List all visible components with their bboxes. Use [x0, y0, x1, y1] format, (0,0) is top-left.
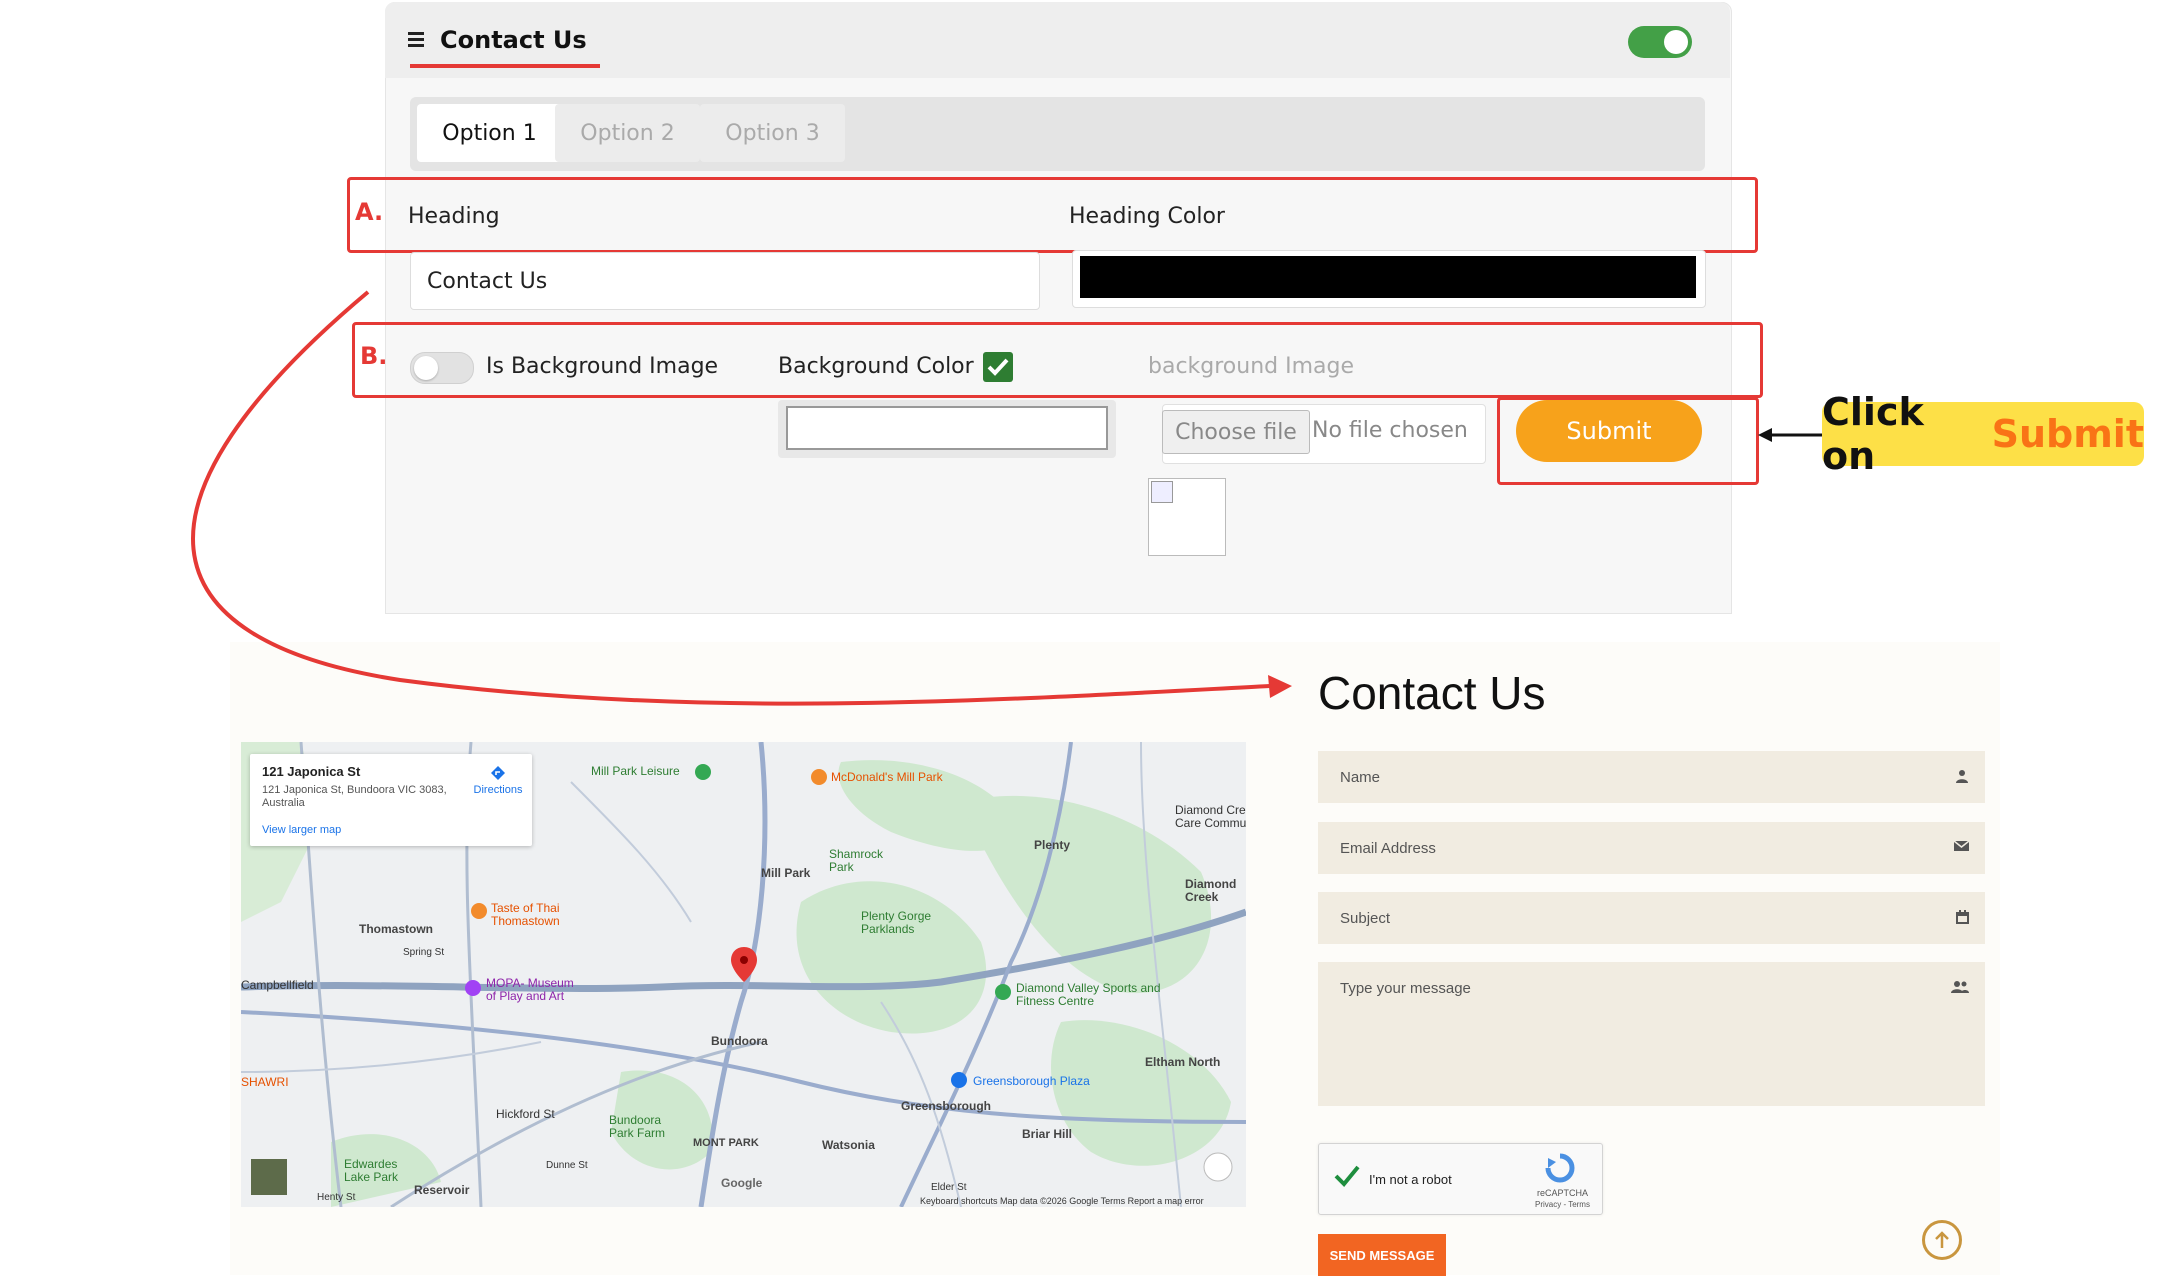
map-label-mopa: MOPA- Museum of Play and Art [486, 976, 574, 1003]
choose-file-button[interactable]: Choose file [1162, 410, 1310, 454]
recaptcha-brand: reCAPTCHA [1537, 1188, 1589, 1198]
map-label-thomastown: Thomastown [359, 922, 433, 936]
place-name: 121 Japonica St [262, 764, 361, 779]
instruction-callout: Click on Submit [1822, 390, 2144, 478]
heading-color-label: Heading Color [1069, 204, 1225, 229]
map-label-dunne-st: Dunne St [546, 1160, 588, 1171]
message-placeholder: Type your message [1340, 980, 1471, 997]
broken-image-icon [1151, 481, 1173, 503]
map-label-bundoora: Bundoora [711, 1034, 768, 1048]
map-label-bundoora-park: Bundoora Park Farm [609, 1113, 666, 1140]
map-label-reservoir: Reservoir [414, 1183, 470, 1197]
name-placeholder: Name [1340, 768, 1381, 786]
tab-option-2[interactable]: Option 2 [555, 104, 700, 162]
annotation-box-a [347, 177, 1758, 253]
subject-field[interactable]: Subject [1318, 892, 1985, 944]
is-background-image-toggle[interactable] [410, 352, 474, 384]
map-label-campbellfield: Campbellfield [241, 978, 314, 992]
map-label-mill-park: Mill Park [761, 866, 811, 880]
callout-prefix: Click on [1822, 390, 1924, 478]
section-title: Contact Us [440, 26, 587, 54]
file-status: No file chosen [1312, 418, 1468, 443]
tab-option-3[interactable]: Option 3 [700, 104, 845, 162]
recaptcha-check-icon[interactable] [1333, 1164, 1361, 1188]
recaptcha-logo-icon [1545, 1153, 1575, 1183]
check-icon [987, 358, 1009, 376]
menu-icon[interactable] [408, 32, 424, 47]
message-field[interactable]: Type your message [1318, 962, 1985, 1106]
tab-option-1[interactable]: Option 1 [417, 104, 562, 162]
callout-arrow [1758, 428, 1822, 442]
background-color-label: Background Color [778, 354, 974, 379]
annotation-marker-b: B. [360, 342, 388, 370]
directions-icon [491, 766, 505, 780]
google-logo: Google [721, 1176, 763, 1190]
send-message-button[interactable]: SEND MESSAGE [1318, 1234, 1446, 1276]
submit-button[interactable]: Submit [1516, 400, 1702, 462]
heading-label: Heading [408, 204, 500, 229]
map-label-dv-sports: Diamond Valley Sports and Fitness Centre [1016, 981, 1161, 1008]
recaptcha-widget: I'm not a robot reCAPTCHA Privacy - Term… [1318, 1143, 1603, 1215]
directions-label: Directions [473, 784, 523, 796]
map-footer: Keyboard shortcuts Map data ©2026 Google… [920, 1196, 1204, 1206]
preview-heading: Contact Us [1318, 667, 1546, 719]
calendar-icon [1956, 910, 1969, 924]
place-address: 121 Japonica St, Bundoora VIC 3083, Aust… [262, 784, 447, 809]
background-image-label: background Image [1148, 354, 1355, 379]
map-label-taste-of-thai: Taste of Thai Thomastown [491, 901, 560, 928]
map-label-henty-st: Henty St [317, 1192, 356, 1203]
heading-input[interactable]: Contact Us [410, 252, 1040, 310]
callout-highlight: Submit [1991, 412, 2144, 456]
scroll-to-top-button[interactable] [1922, 1220, 1962, 1260]
arrow-up-icon [1935, 1231, 1949, 1248]
background-image-preview [1148, 478, 1226, 556]
map-label-briar-hill: Briar Hill [1022, 1127, 1073, 1141]
map-label-diamond-care: Diamond Cre Care Commun [1175, 803, 1246, 830]
annotation-marker-a: A. [355, 198, 384, 226]
map-place-card: 121 Japonica St 121 Japonica St, Bundoor… [250, 754, 532, 846]
view-larger-map-link[interactable]: View larger map [262, 824, 341, 836]
is-background-image-label: Is Background Image [486, 354, 719, 379]
background-color-checkbox[interactable] [983, 352, 1013, 382]
map-label-eltham-north: Eltham North [1145, 1055, 1221, 1069]
map-label-mcdonalds: McDonald's Mill Park [831, 770, 943, 784]
map-label-mill-park-leisure: Mill Park Leisure [591, 764, 680, 778]
name-field[interactable]: Name [1318, 751, 1985, 803]
title-underline [410, 64, 600, 68]
map-label-watsonia: Watsonia [822, 1138, 875, 1152]
user-icon [1956, 770, 1968, 783]
map-label-hickford: Hickford St [496, 1107, 555, 1121]
background-color-input[interactable] [786, 406, 1108, 450]
map-label-shamrock-park: Shamrock Park [829, 847, 884, 874]
map-label-mont-park: MONT PARK [693, 1137, 759, 1149]
map-label-edwardes: Edwardes Lake Park [344, 1157, 399, 1184]
map-label-spring-st: Spring St [403, 947, 445, 958]
recaptcha-label: I'm not a robot [1369, 1172, 1452, 1187]
users-icon [1951, 981, 1969, 993]
envelope-icon [1954, 840, 1969, 851]
recaptcha-links[interactable]: Privacy - Terms [1535, 1200, 1590, 1209]
directions-button[interactable]: Directions [470, 764, 526, 796]
map-label-greensborough: Greensborough [901, 1099, 992, 1113]
map-label-diamond-creek: Diamond Creek [1185, 877, 1237, 904]
map-label-shawri: SHAWRI [241, 1075, 289, 1089]
map-label-plenty: Plenty [1034, 838, 1071, 852]
subject-placeholder: Subject [1340, 909, 1391, 927]
map-label-elder-st: Elder St [931, 1182, 967, 1193]
email-field[interactable]: Email Address [1318, 822, 1985, 874]
section-enabled-toggle[interactable] [1628, 26, 1692, 58]
map-label-greensborough-plaza: Greensborough Plaza [973, 1074, 1090, 1088]
map-label-plenty-gorge: Plenty Gorge Parklands [861, 909, 932, 936]
heading-color-swatch[interactable] [1080, 256, 1696, 298]
email-placeholder: Email Address [1340, 839, 1436, 857]
